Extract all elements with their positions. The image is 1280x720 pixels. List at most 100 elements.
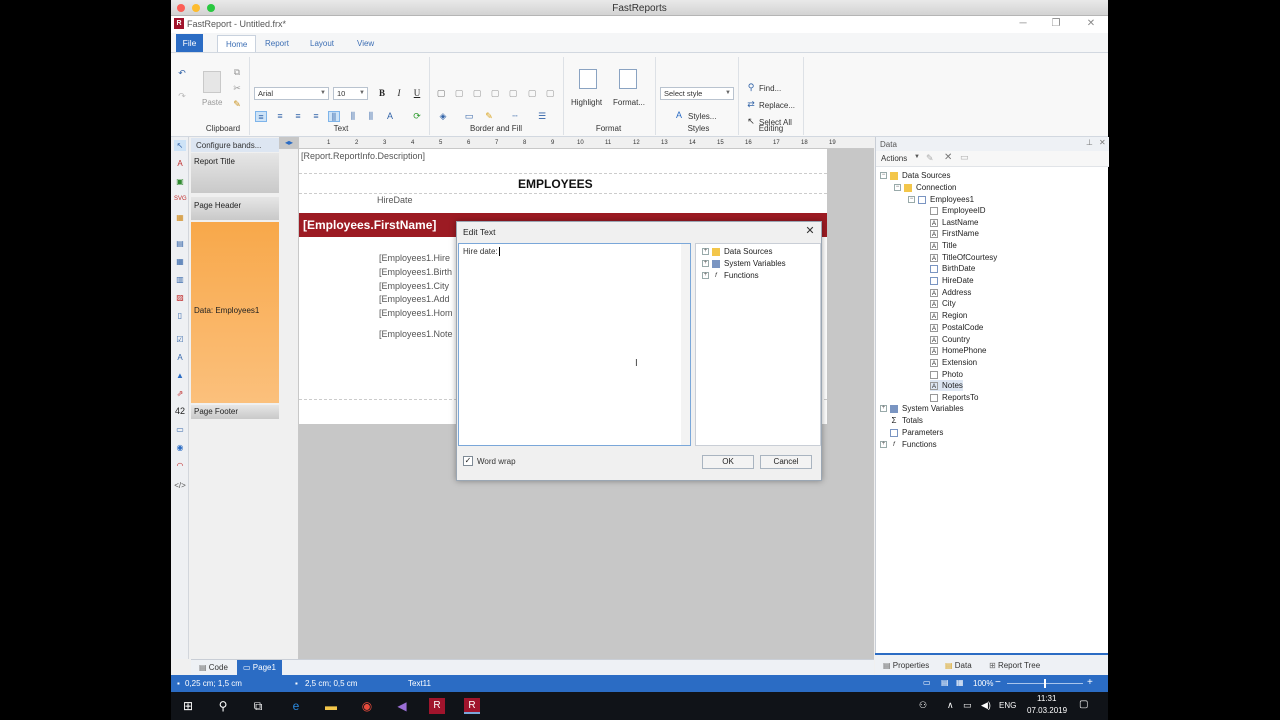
- collapse-icon[interactable]: −: [908, 196, 915, 204]
- visual-studio-icon[interactable]: ◀: [394, 698, 410, 714]
- tree-system-variables-root[interactable]: + System Variables: [880, 403, 964, 414]
- tree-data-sources-root[interactable]: − Data Sources: [880, 170, 950, 181]
- tree-functions-root[interactable]: + f Functions: [880, 439, 937, 450]
- band-page-header[interactable]: Page Header: [191, 197, 279, 220]
- language-indicator[interactable]: ENG: [999, 701, 1016, 710]
- fit-width-icon[interactable]: ▭: [923, 678, 931, 687]
- pointer-tool-icon[interactable]: ↖: [174, 140, 186, 151]
- cancel-button[interactable]: Cancel: [760, 455, 812, 469]
- align-center-icon[interactable]: ≡: [274, 111, 286, 122]
- collapse-icon[interactable]: −: [894, 184, 901, 192]
- line-style-icon[interactable]: ┄: [509, 111, 521, 122]
- start-icon[interactable]: ⊞: [180, 698, 196, 714]
- tree-totals[interactable]: Σ Totals: [880, 415, 923, 426]
- text-color-icon[interactable]: A: [384, 111, 396, 122]
- number-tool-icon[interactable]: 42: [174, 406, 186, 417]
- band-report-title[interactable]: Report Title: [191, 153, 279, 193]
- hire-date-label[interactable]: HireDate: [377, 195, 413, 205]
- tree-functions[interactable]: + f Functions: [702, 271, 759, 280]
- bold-button[interactable]: B: [376, 88, 388, 99]
- field-city[interactable]: [Employees1.City: [379, 281, 449, 291]
- dialog-close-icon[interactable]: ✕: [803, 224, 817, 238]
- band-page-footer[interactable]: Page Footer: [191, 405, 279, 419]
- border-right-icon[interactable]: ▢: [507, 88, 519, 99]
- column-item[interactable]: HireDate: [930, 275, 974, 286]
- tab-home[interactable]: Home: [217, 35, 257, 52]
- replace-button[interactable]: Replace...: [759, 101, 795, 110]
- styles-button[interactable]: Styles...: [688, 112, 716, 121]
- tray-chevron-icon[interactable]: ∧: [947, 700, 954, 711]
- copy-icon[interactable]: ⧉: [231, 67, 243, 78]
- column-item[interactable]: A Region: [930, 310, 967, 321]
- align-right-icon[interactable]: ≡: [292, 111, 304, 122]
- text-tool-icon[interactable]: A: [174, 158, 186, 169]
- highlight-icon[interactable]: [579, 69, 597, 89]
- field-hire-date[interactable]: [Employees1.Hire: [379, 253, 450, 263]
- rotate-text-icon[interactable]: ⟳: [411, 111, 423, 122]
- valign-bottom-icon[interactable]: ⫼: [365, 111, 377, 122]
- tab-layout[interactable]: Layout: [302, 35, 342, 52]
- richtext-tool-icon[interactable]: A: [174, 352, 186, 363]
- explorer-icon[interactable]: ▬: [323, 698, 339, 714]
- column-item[interactable]: A PostalCode: [930, 322, 983, 333]
- field-home-phone[interactable]: [Employees1.Hom: [379, 308, 453, 318]
- tree-parameters[interactable]: Parameters: [880, 427, 943, 438]
- close-icon[interactable]: ✕: [1082, 17, 1100, 31]
- first-name-field[interactable]: [Employees.FirstName]: [303, 218, 436, 232]
- column-item[interactable]: Photo: [930, 369, 963, 380]
- expand-icon[interactable]: +: [880, 405, 887, 413]
- matrix-tool-icon[interactable]: ▥: [174, 274, 186, 285]
- zoom-100-icon[interactable]: ▦: [956, 678, 964, 687]
- tree-table[interactable]: − Employees1: [908, 194, 974, 205]
- border-none-icon[interactable]: ▢: [526, 88, 538, 99]
- code-tab[interactable]: ▤ Code: [199, 663, 228, 672]
- column-item[interactable]: A Address: [930, 287, 971, 298]
- format-painter-icon[interactable]: ✎: [231, 99, 243, 110]
- chrome-icon[interactable]: ◉: [359, 698, 375, 714]
- format-button[interactable]: Format...: [613, 98, 645, 107]
- clock-date[interactable]: 07.03.2019: [1027, 706, 1067, 715]
- notification-icon[interactable]: ▢: [1079, 699, 1088, 710]
- fastreport-active-icon[interactable]: R: [464, 698, 480, 714]
- collapse-icon[interactable]: −: [880, 172, 887, 180]
- fill-color-icon[interactable]: ◈: [437, 111, 449, 122]
- band-tool-icon[interactable]: ▦: [174, 212, 186, 223]
- tab-view[interactable]: View: [349, 35, 382, 52]
- expand-icon[interactable]: +: [880, 441, 887, 449]
- expand-icon[interactable]: +: [702, 248, 709, 256]
- undo-icon[interactable]: ↶: [176, 68, 188, 79]
- line-width-icon[interactable]: ☰: [536, 111, 548, 122]
- zoom-out-icon[interactable]: −: [995, 677, 1001, 688]
- column-item[interactable]: A LastName: [930, 217, 978, 228]
- field-birth-date[interactable]: [Employees1.Birth: [379, 267, 452, 277]
- sparkline-tool-icon[interactable]: ⇗: [174, 388, 186, 399]
- field-address[interactable]: [Employees1.Add: [379, 294, 450, 304]
- font-name-combo[interactable]: Arial ▼: [254, 87, 329, 100]
- tab-report[interactable]: Report: [257, 35, 297, 52]
- tab-report-tree[interactable]: ⊞ Report Tree: [989, 661, 1040, 670]
- page1-tab[interactable]: ▭ Page1: [237, 660, 282, 675]
- border-left-icon[interactable]: ▢: [489, 88, 501, 99]
- align-left-icon[interactable]: ≡: [255, 111, 267, 122]
- tree-data-sources[interactable]: + Data Sources: [702, 247, 772, 256]
- tab-properties[interactable]: ▤ Properties: [883, 661, 929, 670]
- expand-icon[interactable]: +: [702, 260, 709, 268]
- subreport-tool-icon[interactable]: ▤: [174, 238, 186, 249]
- cut-icon[interactable]: ✂: [231, 83, 243, 94]
- border-top-icon[interactable]: ▢: [453, 88, 465, 99]
- delete-icon[interactable]: ✕: [944, 152, 952, 163]
- checkbox-tool-icon[interactable]: ☑: [174, 334, 186, 345]
- actions-menu[interactable]: Actions: [881, 154, 907, 163]
- field-notes[interactable]: [Employees1.Note: [379, 329, 453, 339]
- column-item[interactable]: EmployeeID: [930, 205, 986, 216]
- volume-icon[interactable]: ◀): [981, 700, 991, 711]
- band-data[interactable]: Data: Employees1: [191, 222, 279, 403]
- restore-icon[interactable]: ❐: [1047, 17, 1065, 31]
- picture-tool-icon[interactable]: ▣: [174, 176, 186, 187]
- zoom-in-icon[interactable]: +: [1087, 677, 1093, 688]
- style-combo[interactable]: Select style ▼: [660, 87, 734, 100]
- map-tool-icon[interactable]: ▭: [174, 424, 186, 435]
- column-item[interactable]: A HomePhone: [930, 345, 986, 356]
- column-item[interactable]: A TitleOfCourtesy: [930, 252, 997, 263]
- table-tool-icon[interactable]: ▦: [174, 256, 186, 267]
